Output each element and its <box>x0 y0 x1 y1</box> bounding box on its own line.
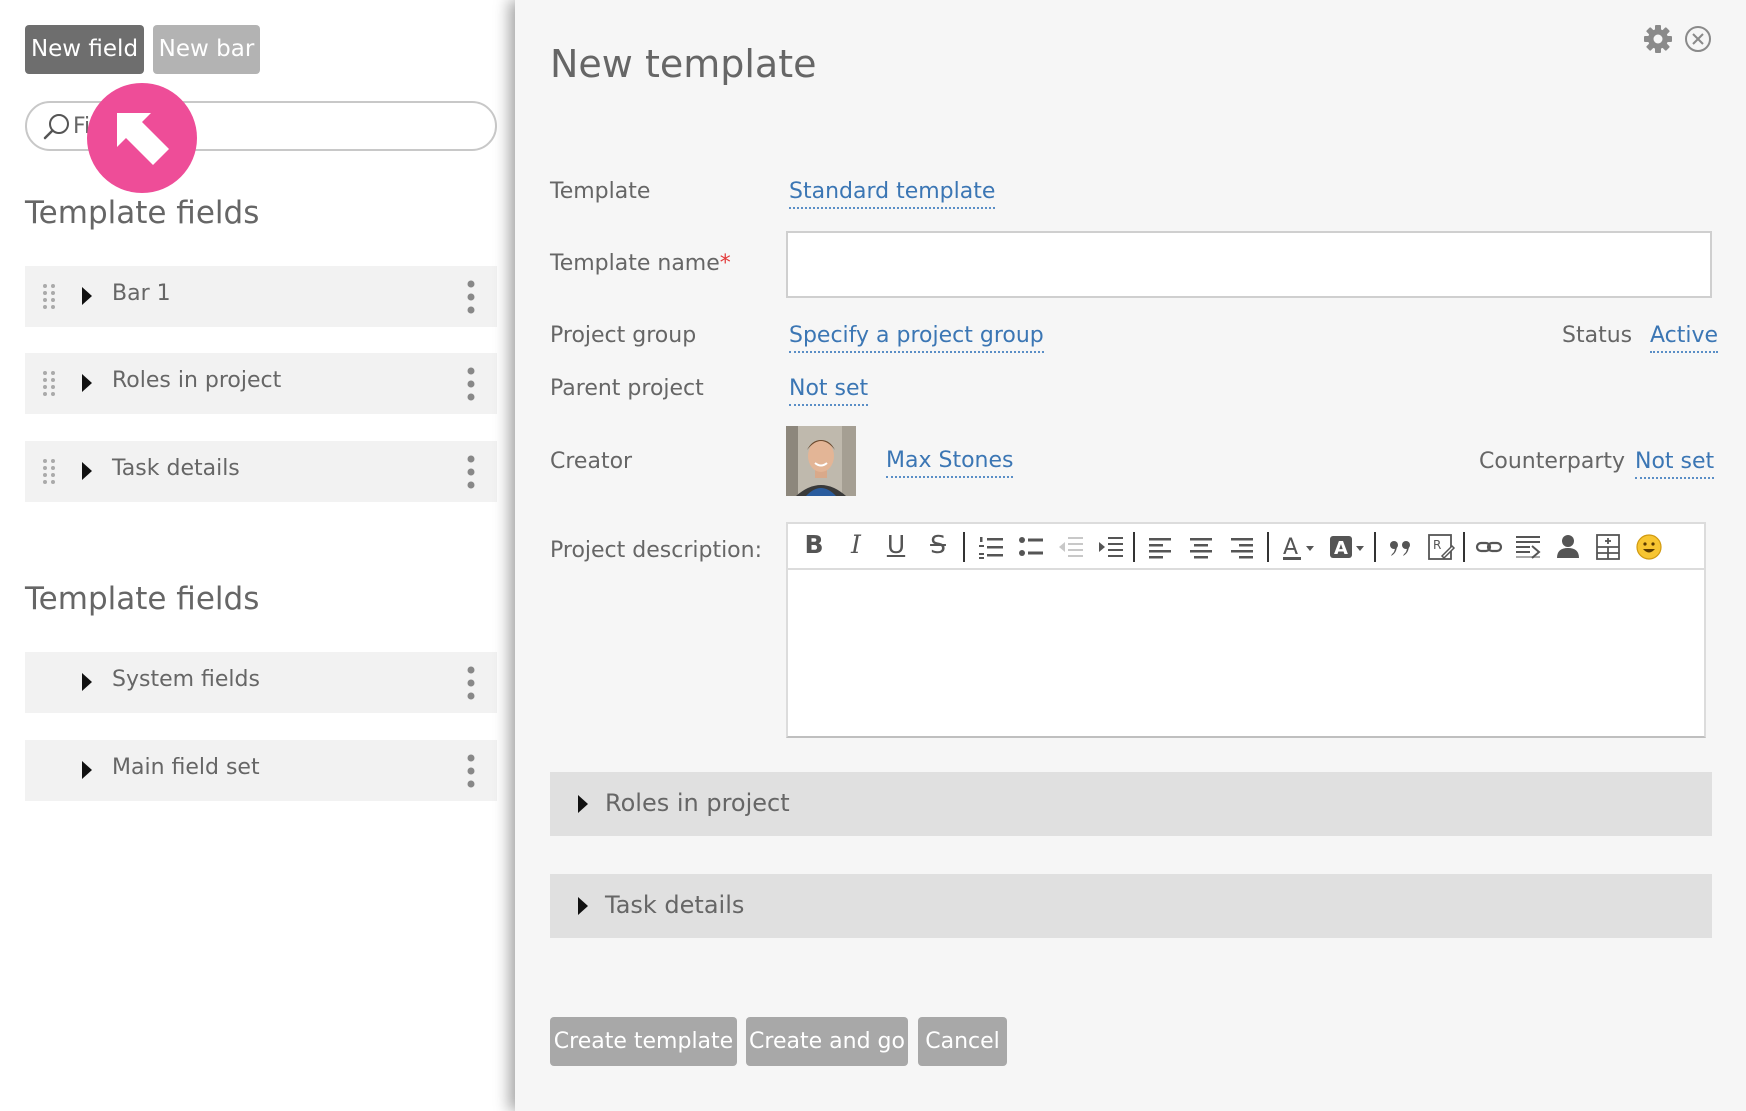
parent-project-link[interactable]: Not set <box>789 374 869 406</box>
bar-task-details[interactable]: Task details <box>550 874 1712 938</box>
parent-project-label: Parent project <box>550 376 704 401</box>
template-field-row[interactable]: Task details <box>25 441 497 502</box>
editor-toolbar: B I U S A A R <box>788 524 1704 570</box>
toolbar-separator <box>1463 532 1465 562</box>
bar-label: Roles in project <box>605 789 790 817</box>
toolbar-separator <box>1267 532 1269 562</box>
section-title-template-fields: Template fields <box>25 195 260 231</box>
template-field-label: Task details <box>112 456 240 481</box>
system-field-row[interactable]: System fields <box>25 652 497 713</box>
system-field-row[interactable]: Main field set <box>25 740 497 801</box>
gear-icon[interactable] <box>1643 24 1673 54</box>
drag-handle-icon[interactable] <box>42 369 56 399</box>
user-avatar-image <box>786 426 856 496</box>
template-label: Template <box>550 179 651 204</box>
status-link[interactable]: Active <box>1650 321 1719 353</box>
expand-caret-icon[interactable] <box>578 795 588 813</box>
toolbar-separator <box>963 532 965 562</box>
text-color-icon[interactable]: A <box>1280 532 1320 562</box>
system-field-label: Main field set <box>112 755 260 780</box>
align-left-icon[interactable] <box>1145 532 1175 562</box>
avatar <box>786 426 856 496</box>
status-label: Status <box>1562 323 1633 348</box>
expand-caret-icon[interactable] <box>82 761 92 779</box>
user-icon[interactable] <box>1553 532 1583 562</box>
system-field-label: System fields <box>112 667 260 692</box>
drag-handle-icon[interactable] <box>42 457 56 487</box>
template-field-row[interactable]: Bar 1 <box>25 266 497 327</box>
new-field-button[interactable]: New field <box>25 25 144 74</box>
more-options-icon[interactable] <box>467 279 475 315</box>
arrow-up-left-icon <box>117 113 169 165</box>
align-center-icon[interactable] <box>1186 532 1216 562</box>
dialog-title: New template <box>550 42 817 86</box>
template-field-row[interactable]: Roles in project <box>25 353 497 414</box>
new-bar-button[interactable]: New bar <box>153 25 260 74</box>
table-icon[interactable] <box>1593 532 1623 562</box>
bullet-list-icon[interactable] <box>1016 532 1046 562</box>
align-right-icon[interactable] <box>1227 532 1257 562</box>
more-options-icon[interactable] <box>467 753 475 789</box>
expand-caret-icon[interactable] <box>578 897 588 915</box>
toolbar-separator <box>1133 532 1135 562</box>
template-field-label: Bar 1 <box>112 281 171 306</box>
search-icon <box>43 114 69 140</box>
counterparty-link[interactable]: Not set <box>1635 447 1715 479</box>
numbered-list-icon[interactable] <box>976 532 1006 562</box>
create-and-go-button[interactable]: Create and go <box>746 1017 908 1066</box>
background-color-icon[interactable]: A <box>1328 532 1368 562</box>
expand-caret-icon[interactable] <box>82 673 92 691</box>
bar-label: Task details <box>605 891 745 919</box>
new-template-dialog: New template Template Standard template … <box>515 0 1746 1111</box>
counterparty-label: Counterparty <box>1479 449 1626 474</box>
close-icon[interactable] <box>1684 25 1712 53</box>
template-link[interactable]: Standard template <box>789 177 996 209</box>
expand-caret-icon[interactable] <box>82 287 92 305</box>
more-options-icon[interactable] <box>467 665 475 701</box>
svg-text:R: R <box>1433 538 1441 552</box>
cursor-pointer-badge <box>87 83 197 193</box>
emoji-icon[interactable] <box>1634 532 1664 562</box>
left-panel: New field New bar Template fields Bar 1 … <box>0 0 515 1111</box>
creator-label: Creator <box>550 449 633 474</box>
template-icon[interactable]: R <box>1426 532 1456 562</box>
creator-link[interactable]: Max Stones <box>886 446 1014 478</box>
template-name-input[interactable] <box>786 231 1712 298</box>
more-options-icon[interactable] <box>467 454 475 490</box>
expand-caret-icon[interactable] <box>82 374 92 392</box>
link-icon[interactable] <box>1474 532 1504 562</box>
outdent-icon[interactable] <box>1056 532 1086 562</box>
cancel-button[interactable]: Cancel <box>918 1017 1007 1066</box>
rich-text-editor: B I U S A A R <box>786 522 1706 738</box>
bold-icon[interactable]: B <box>802 530 826 560</box>
underline-icon[interactable]: U <box>884 530 908 560</box>
section-title-template-fields: Template fields <box>25 581 260 617</box>
drag-handle-icon[interactable] <box>42 282 56 312</box>
strikethrough-icon[interactable]: S <box>926 530 950 560</box>
more-options-icon[interactable] <box>467 366 475 402</box>
template-field-label: Roles in project <box>112 368 282 393</box>
italic-icon[interactable]: I <box>844 530 868 560</box>
project-group-label: Project group <box>550 323 697 348</box>
toolbar-separator <box>1374 532 1376 562</box>
expand-caret-icon[interactable] <box>82 462 92 480</box>
indent-icon[interactable] <box>1096 532 1126 562</box>
source-icon[interactable] <box>1513 532 1543 562</box>
svg-text:A: A <box>1283 535 1298 560</box>
bar-roles-in-project[interactable]: Roles in project <box>550 772 1712 836</box>
project-group-link[interactable]: Specify a project group <box>789 321 1044 353</box>
svg-text:A: A <box>1334 538 1348 559</box>
create-template-button[interactable]: Create template <box>550 1017 737 1066</box>
template-name-label: Template name* <box>550 251 731 276</box>
blockquote-icon[interactable] <box>1386 532 1416 562</box>
project-description-label: Project description: <box>550 538 762 563</box>
required-marker: * <box>719 251 731 276</box>
